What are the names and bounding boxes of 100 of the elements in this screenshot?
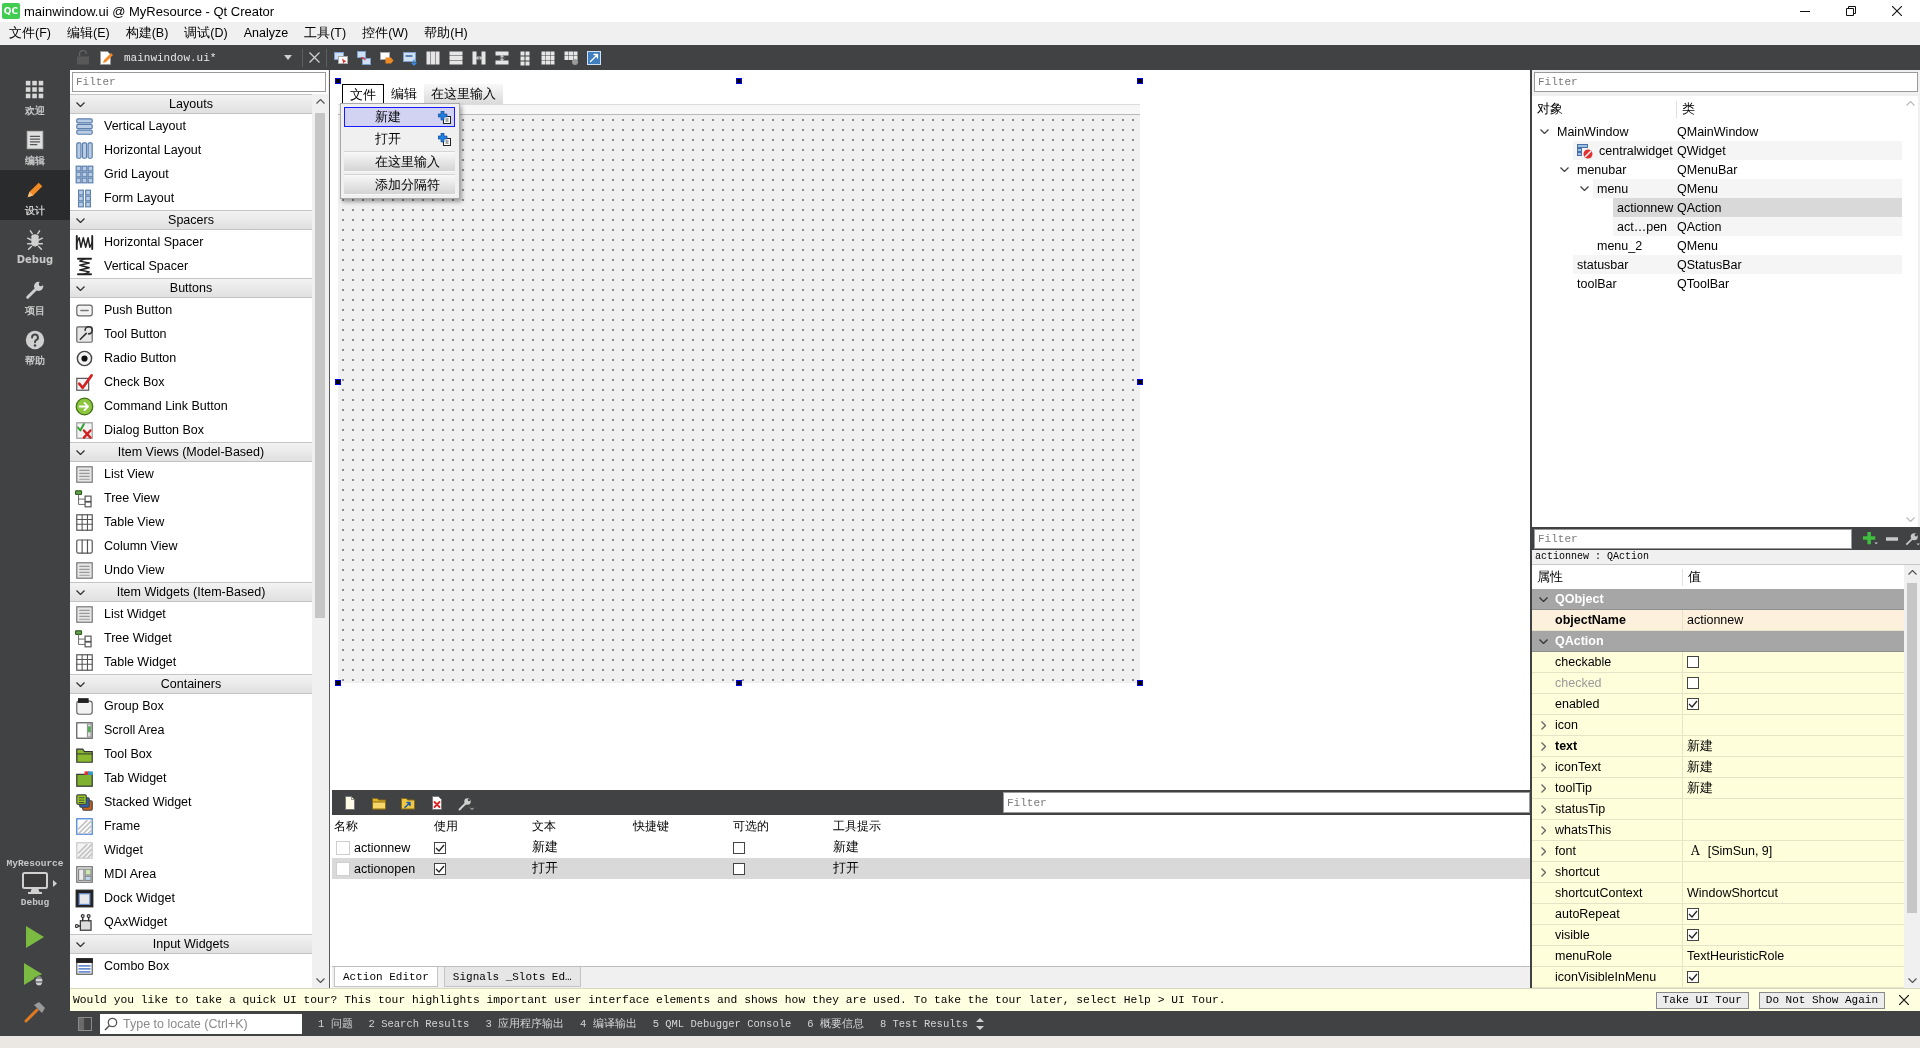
column-header[interactable]: 可选的 xyxy=(733,817,769,835)
scrollbar[interactable] xyxy=(1904,565,1920,988)
chevron-down-icon[interactable] xyxy=(1560,167,1569,172)
widget-item[interactable]: Horizontal Spacer xyxy=(70,230,312,254)
chevron-down-icon[interactable] xyxy=(1580,186,1589,191)
column-header[interactable]: 值 xyxy=(1688,569,1701,584)
resize-handle[interactable] xyxy=(736,680,742,686)
category-header[interactable]: Containers xyxy=(70,674,312,694)
resize-handle[interactable] xyxy=(1137,379,1143,385)
table-row[interactable]: actionnew 新建 新建 xyxy=(332,837,1530,858)
mode-button[interactable]: 帮助 xyxy=(0,320,70,370)
checkbox[interactable] xyxy=(434,862,446,875)
tree-row[interactable]: act…pen QAction xyxy=(1613,217,1902,236)
widget-item[interactable]: MDI Area xyxy=(70,862,312,886)
widget-item[interactable]: Column View xyxy=(70,534,312,558)
column-header[interactable]: 属性 xyxy=(1537,569,1563,584)
chevron-down-icon[interactable] xyxy=(75,449,85,455)
widget-item[interactable]: Tree View xyxy=(70,486,312,510)
tree-row[interactable]: menu QMenu xyxy=(1593,179,1902,198)
resize-window-icon[interactable] xyxy=(586,49,602,66)
checkbox[interactable] xyxy=(1687,698,1699,710)
locator-field[interactable]: Type to locate (Ctrl+K) xyxy=(100,1013,302,1034)
category-header[interactable]: Item Views (Model-Based) xyxy=(70,442,312,462)
widget-item[interactable]: Combo Box xyxy=(70,954,312,978)
filter-field[interactable]: Filter xyxy=(1534,528,1852,549)
close-icon[interactable] xyxy=(1899,995,1909,1005)
tree-row[interactable]: centralwidget QWidget xyxy=(1573,141,1902,160)
kit-selector[interactable]: MyResource Debug xyxy=(0,858,70,908)
filter-field[interactable]: Filter xyxy=(1003,792,1530,813)
widget-item[interactable]: Radio Button xyxy=(70,346,312,370)
widget-item[interactable]: Check Box xyxy=(70,370,312,394)
mode-button[interactable]: 项目 xyxy=(0,270,70,320)
property-value[interactable]: 新建 xyxy=(1687,737,1713,755)
menu-item[interactable]: 文件(F) xyxy=(1,22,59,45)
column-header[interactable]: 文本 xyxy=(532,817,556,835)
widget-item[interactable]: Dialog Button Box xyxy=(70,418,312,442)
form-window[interactable]: 文件 编辑 在这里输入 新建 打开 在这里输入 添加分隔符 xyxy=(338,81,1140,683)
widget-item[interactable]: Vertical Layout xyxy=(70,114,312,138)
delete-icon[interactable] xyxy=(429,794,445,811)
window-tag-icon[interactable] xyxy=(379,49,395,66)
new-document-icon[interactable] xyxy=(342,794,358,811)
chevron-down-icon[interactable] xyxy=(75,589,85,595)
resize-handle[interactable] xyxy=(335,78,341,84)
tree-row[interactable]: MainWindow QMainWindow xyxy=(1553,122,1902,141)
tab[interactable]: Action Editor xyxy=(334,967,438,987)
chevron-right-icon[interactable] xyxy=(1541,825,1546,835)
chevron-down-icon[interactable] xyxy=(75,101,85,107)
widget-item[interactable]: Vertical Spacer xyxy=(70,254,312,278)
broken-grid-icon[interactable] xyxy=(563,49,579,66)
chevron-right-icon[interactable] xyxy=(1541,720,1546,730)
linked-windows-icon[interactable] xyxy=(356,49,372,66)
columns-icon[interactable] xyxy=(425,49,441,66)
output-pane-button[interactable]: 2 Search Results xyxy=(360,1011,478,1036)
filter-field[interactable]: Filter xyxy=(1534,72,1918,92)
widget-item[interactable]: Tool Button xyxy=(70,322,312,346)
output-pane-button[interactable]: 4 编译输出 xyxy=(572,1011,645,1036)
widget-item[interactable]: Table View xyxy=(70,510,312,534)
resize-handle[interactable] xyxy=(736,78,742,84)
up-down-arrows-icon[interactable] xyxy=(976,1017,985,1030)
menu-item[interactable]: Analyze xyxy=(235,22,297,45)
category-header[interactable]: Buttons xyxy=(70,278,312,298)
dot-grid-icon[interactable] xyxy=(517,49,533,66)
column-header[interactable]: 快捷键 xyxy=(633,817,669,835)
checkbox[interactable] xyxy=(733,841,745,854)
chevron-down-icon[interactable] xyxy=(75,285,85,291)
checkbox[interactable] xyxy=(733,862,745,875)
resize-handle[interactable] xyxy=(1137,78,1143,84)
menu-item[interactable]: 构建(B) xyxy=(117,22,177,45)
mode-button[interactable]: 设计 xyxy=(0,170,70,220)
resize-handle[interactable] xyxy=(1137,680,1143,686)
menu-item[interactable]: 在这里输入 xyxy=(344,151,455,172)
output-pane-button[interactable]: 3 应用程序输出 xyxy=(477,1011,573,1036)
chevron-right-icon[interactable] xyxy=(1541,804,1546,814)
widget-item[interactable]: List Widget xyxy=(70,602,312,626)
output-pane-button[interactable]: 5 QML Debugger Console xyxy=(644,1011,800,1036)
widget-item[interactable]: Scroll Area xyxy=(70,718,312,742)
chevron-right-icon[interactable] xyxy=(1541,846,1546,856)
property-value[interactable]: 新建 xyxy=(1687,779,1713,797)
window-pointer-icon[interactable] xyxy=(333,49,349,66)
plus-icon[interactable] xyxy=(1863,531,1879,546)
category-header[interactable]: Spacers xyxy=(70,210,312,230)
filter-field[interactable]: Filter xyxy=(72,72,326,92)
widget-item[interactable]: Tool Box xyxy=(70,742,312,766)
menu-item[interactable]: 打开 xyxy=(344,129,455,149)
chevron-down-icon[interactable] xyxy=(1907,978,1917,983)
rows-icon[interactable] xyxy=(448,49,464,66)
widget-item[interactable]: Command Link Button xyxy=(70,394,312,418)
category-header[interactable]: Layouts xyxy=(70,94,312,114)
chevron-up-icon[interactable] xyxy=(315,99,325,104)
widget-item[interactable]: Tab Widget xyxy=(70,766,312,790)
menu-title[interactable]: 编辑 xyxy=(384,84,424,104)
category-header[interactable]: Item Widgets (Item-Based) xyxy=(70,582,312,602)
tree-row[interactable]: menu_2 QMenu xyxy=(1593,236,1902,255)
widget-item[interactable]: Dock Widget xyxy=(70,886,312,910)
mode-button[interactable]: 编辑 xyxy=(0,120,70,170)
output-pane-button[interactable]: 6 概要信息 xyxy=(799,1011,872,1036)
split-rows-icon[interactable] xyxy=(494,49,510,66)
chevron-down-icon[interactable] xyxy=(75,217,85,223)
chevron-right-icon[interactable] xyxy=(1541,762,1546,772)
widget-item[interactable]: Form Layout xyxy=(70,186,312,210)
